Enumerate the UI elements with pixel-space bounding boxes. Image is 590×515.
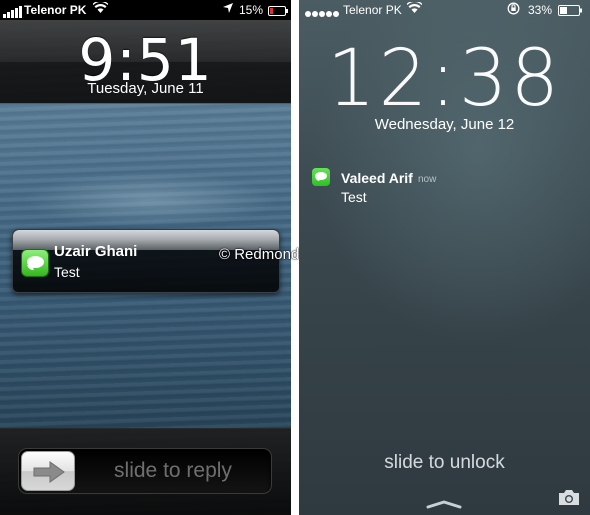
ios7-lock-screen: Telenor PK 33% 12:38 Wednesday, June 12 … (299, 0, 590, 515)
rotation-lock-icon (507, 2, 520, 18)
location-arrow-icon (222, 2, 234, 17)
notification-time: now (418, 174, 437, 185)
clock-panel: 9:51 Tuesday, June 11 (0, 20, 291, 104)
lock-date: Tuesday, June 11 (87, 80, 204, 97)
status-bar: Telenor PK 15% (0, 0, 291, 20)
messages-icon (312, 168, 330, 186)
battery-percent: 33% (528, 3, 553, 17)
slider-knob[interactable] (21, 451, 75, 491)
carrier-name: Telenor PK (24, 3, 87, 17)
lock-date: Wednesday, June 12 (374, 116, 515, 133)
lock-time: 12:38 (326, 34, 562, 124)
battery-icon (558, 5, 582, 19)
battery-percent: 15% (239, 3, 264, 17)
chevron-up-icon[interactable] (426, 496, 462, 514)
notification-message[interactable]: Test (341, 189, 367, 205)
status-bar: Telenor PK 33% (299, 0, 590, 20)
battery-icon (268, 5, 288, 19)
signal-dots-icon (305, 6, 340, 20)
notification-sender[interactable]: Valeed Arif (341, 170, 413, 186)
notification-message: Test (54, 264, 80, 280)
camera-icon[interactable] (558, 489, 580, 511)
wifi-icon (406, 0, 423, 17)
slide-to-unlock-label[interactable]: slide to unlock (299, 452, 590, 474)
signal-bars-icon (3, 4, 23, 18)
carrier-name: Telenor PK (343, 3, 402, 17)
slide-to-reply-label: slide to reply (114, 459, 232, 482)
notification-sender: Uzair Ghani (54, 243, 138, 260)
messages-icon (21, 249, 49, 277)
wifi-icon (92, 0, 109, 17)
